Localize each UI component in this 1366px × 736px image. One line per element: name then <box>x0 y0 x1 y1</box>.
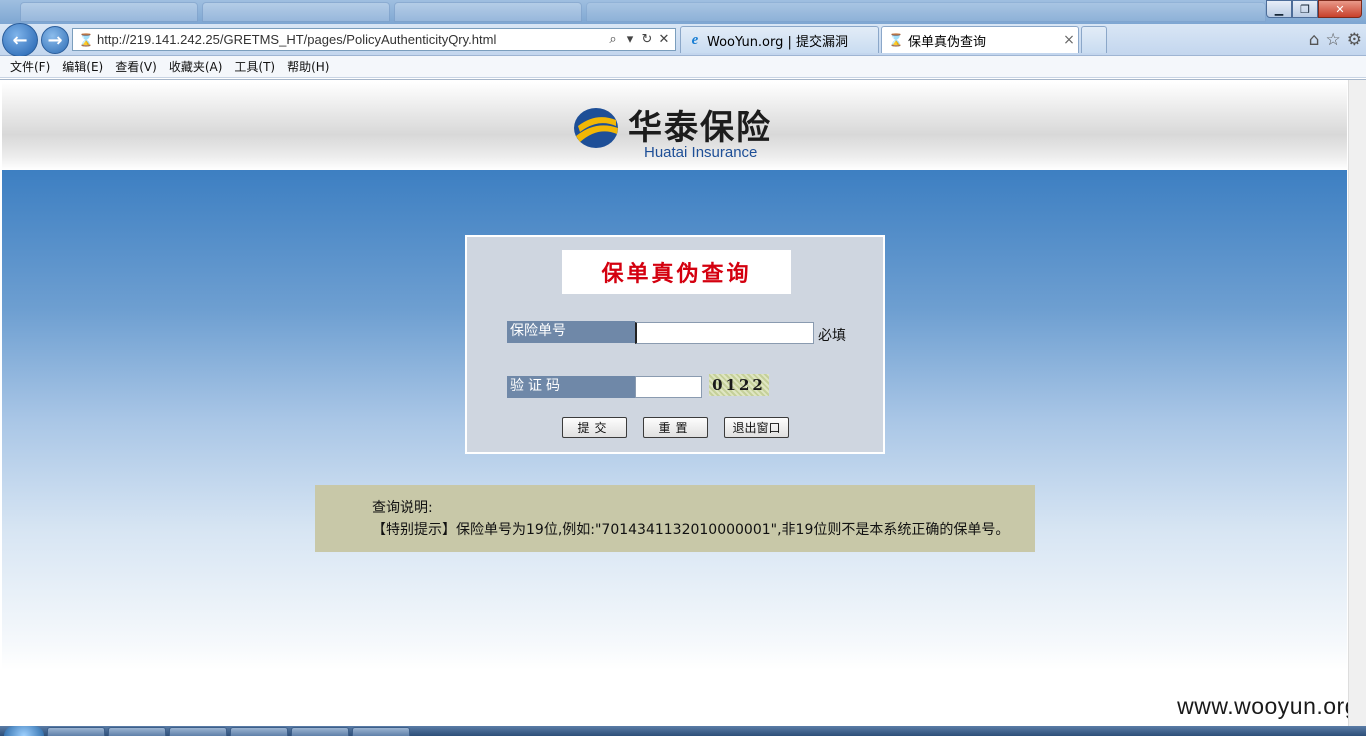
close-tab-icon[interactable]: × <box>1060 32 1078 48</box>
menu-view[interactable]: 查看(V) <box>109 58 163 75</box>
captcha-input[interactable] <box>635 376 702 398</box>
taskbar-item[interactable] <box>169 727 227 736</box>
vertical-scrollbar[interactable] <box>1348 80 1366 727</box>
query-form-panel: 保单真伪查询 保险单号 必填 验证码 0122 提交 重置 退出窗口 <box>465 235 885 454</box>
window-title-bar: ▁ ❐ ✕ <box>0 0 1366 24</box>
instructions-title: 查询说明: <box>372 500 433 516</box>
arrow-right-icon: → <box>47 29 63 51</box>
stop-icon[interactable]: ✕ <box>657 32 671 47</box>
ie-icon: e <box>691 31 699 48</box>
background-tab[interactable] <box>20 2 198 22</box>
background-tab[interactable] <box>202 2 390 22</box>
taskbar-item[interactable] <box>108 727 166 736</box>
tab-label: WooYun.org | 提交漏洞 <box>707 34 849 50</box>
taskbar-item[interactable] <box>291 727 349 736</box>
form-title: 保单真伪查询 <box>601 261 752 287</box>
loading-icon: ⌛ <box>78 32 94 47</box>
address-bar[interactable]: ⌛ http://219.141.242.25/GRETMS_HT/pages/… <box>72 28 676 51</box>
logo-chinese-name: 华泰保险 <box>628 108 772 148</box>
minimize-button[interactable]: ▁ <box>1266 0 1292 18</box>
maximize-button[interactable]: ❐ <box>1292 0 1318 18</box>
navigation-bar: ← → ⌛ http://219.141.242.25/GRETMS_HT/pa… <box>0 23 1366 57</box>
tab-policy-query[interactable]: ⌛ 保单真伪查询 × <box>881 26 1079 53</box>
tab-wooyun[interactable]: e WooYun.org | 提交漏洞 <box>680 26 879 53</box>
forward-button[interactable]: → <box>41 26 69 54</box>
tab-label: 保单真伪查询 <box>908 34 987 50</box>
huatai-logo: 华泰保险 Huatai Insurance <box>572 100 782 162</box>
menu-tools[interactable]: 工具(T) <box>228 58 281 75</box>
address-url[interactable]: http://219.141.242.25/GRETMS_HT/pages/Po… <box>95 32 606 47</box>
start-button[interactable] <box>4 726 44 736</box>
background-tab[interactable] <box>394 2 582 22</box>
exit-window-button[interactable]: 退出窗口 <box>724 417 789 438</box>
taskbar-item[interactable] <box>230 727 288 736</box>
search-icon[interactable]: ⌕ <box>606 32 620 47</box>
page-viewport: 华泰保险 Huatai Insurance 保单真伪查询 保险单号 必填 验证码… <box>0 79 1366 727</box>
back-button[interactable]: ← <box>2 23 38 57</box>
captcha-label: 验证码 <box>507 376 635 398</box>
form-title-box: 保单真伪查询 <box>562 250 791 294</box>
star-icon[interactable]: ☆ <box>1326 30 1341 50</box>
policy-number-label: 保险单号 <box>507 321 635 343</box>
menu-favorites[interactable]: 收藏夹(A) <box>163 58 229 75</box>
browser-toolbar-icons: ⌂ ☆ ⚙ <box>1309 30 1362 50</box>
query-instructions: 查询说明: 【特别提示】保险单号为19位,例如:"701434113201000… <box>315 485 1035 552</box>
logo-english-name: Huatai Insurance <box>644 144 758 161</box>
policy-number-input[interactable] <box>635 322 814 344</box>
close-window-button[interactable]: ✕ <box>1318 0 1362 18</box>
page-header: 华泰保险 Huatai Insurance <box>2 82 1347 170</box>
gear-icon[interactable]: ⚙ <box>1347 30 1362 50</box>
submit-button[interactable]: 提交 <box>562 417 627 438</box>
window-controls: ▁ ❐ ✕ <box>1266 0 1362 18</box>
refresh-icon[interactable]: ↻ <box>640 32 654 47</box>
reset-button[interactable]: 重置 <box>643 417 708 438</box>
menu-bar: 文件(F) 编辑(E) 查看(V) 收藏夹(A) 工具(T) 帮助(H) <box>0 56 1366 78</box>
wooyun-watermark: www.wooyun.org <box>1177 693 1358 719</box>
required-hint: 必填 <box>818 328 846 344</box>
windows-taskbar <box>0 726 1366 736</box>
instructions-text: 【特别提示】保险单号为19位,例如:"7014341132010000001",… <box>372 522 1010 538</box>
address-tools: ⌕ ▾ ↻ ✕ <box>606 32 675 47</box>
background-tab-strip <box>586 2 1266 22</box>
menu-file[interactable]: 文件(F) <box>4 58 56 75</box>
new-tab-button[interactable] <box>1081 26 1107 53</box>
taskbar-item[interactable] <box>47 727 105 736</box>
loading-icon: ⌛ <box>888 33 904 47</box>
chevron-down-icon[interactable]: ▾ <box>623 32 637 47</box>
captcha-image[interactable]: 0122 <box>709 374 769 396</box>
menu-help[interactable]: 帮助(H) <box>281 58 335 75</box>
menu-edit[interactable]: 编辑(E) <box>56 58 109 75</box>
home-icon[interactable]: ⌂ <box>1309 30 1320 50</box>
huatai-logo-mark-icon <box>574 108 618 148</box>
taskbar-item[interactable] <box>352 727 410 736</box>
arrow-left-icon: ← <box>12 29 28 51</box>
